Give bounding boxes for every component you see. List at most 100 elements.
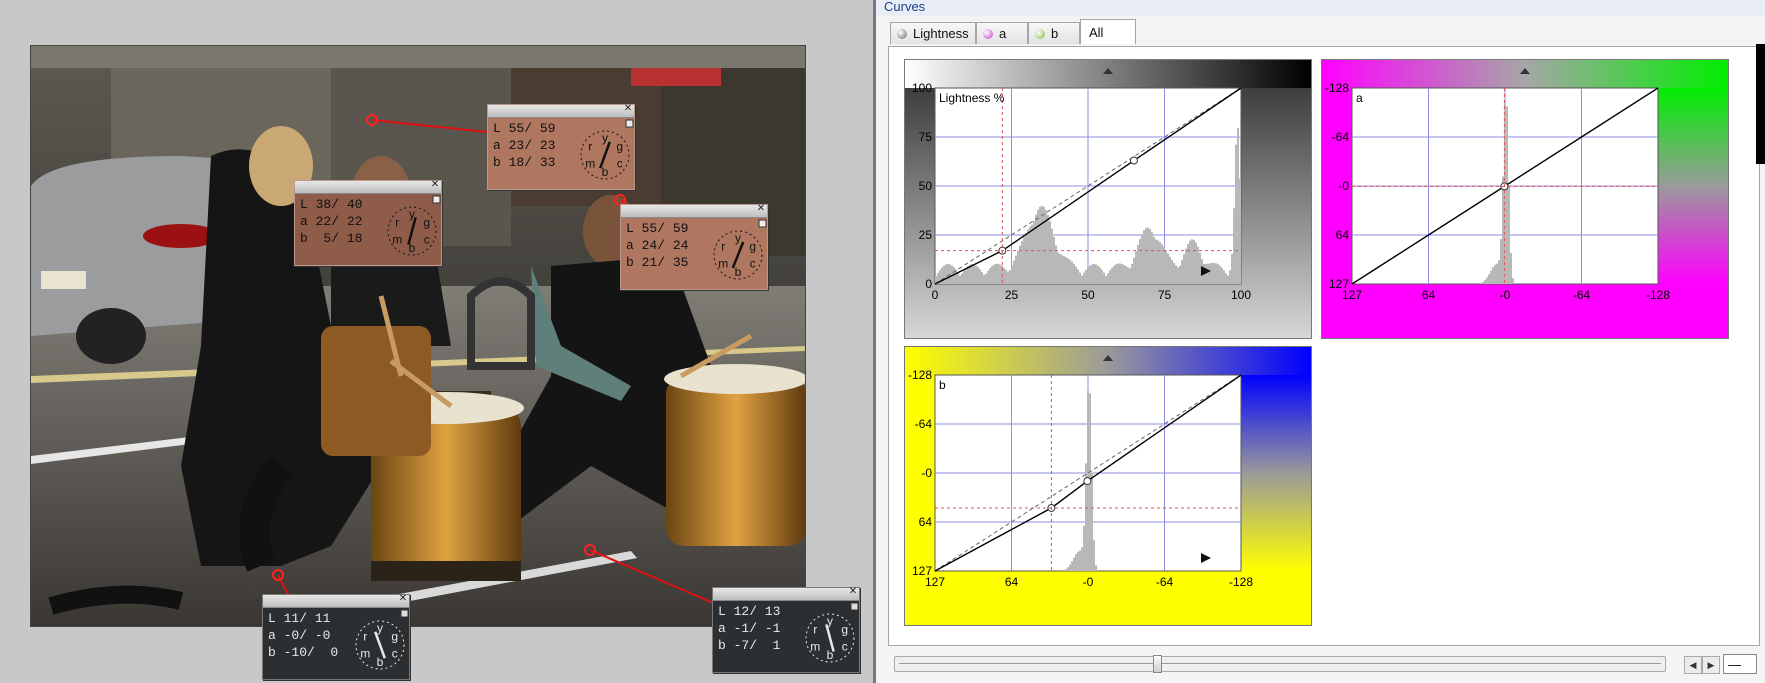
probe-titlebar[interactable]: ✕ [295,180,441,194]
histogram-bar [1221,267,1223,284]
scroll-left-button[interactable]: ◀ [1684,656,1702,674]
tab-lightness[interactable]: Lightness [890,22,976,44]
histogram-bar [1067,258,1069,284]
histogram-bar [1111,267,1113,284]
lightness-curve-chart[interactable]: Lightness %10075502500 25 50 75 100 [905,60,1311,338]
histogram-bar [1059,253,1061,284]
a-curve-panel[interactable]: a -128 -64 -0 64 127 127 64 -0 -64 -128 [1321,59,1729,339]
photo-preview[interactable] [30,45,806,627]
probe-values: L 38/ 40 a 22/ 22 b 5/ 18 [300,197,363,246]
a-curve-chart[interactable]: a-128-64-064127127 64 -0 -64 -128 [1322,60,1728,338]
lightness-channel-icon [897,29,907,39]
close-icon[interactable]: ✕ [756,204,766,214]
b-curve-chart[interactable]: b-128-64-064127127 64 -0 -64 -128 [905,347,1311,625]
histogram-bar [1095,264,1097,284]
b-curve-panel[interactable]: b -128 -64 -0 64 127 127 64 -0 -64 -128 [904,346,1312,626]
histogram-bar [1191,239,1193,284]
probe-titlebar[interactable]: ✕ [713,587,859,601]
color-probe-4[interactable]: ✕ L 11/ 11 a -0/ -0 b -10/ 0 rygcbm [262,594,410,680]
histogram-bar [1137,244,1139,284]
histogram-bar [1189,240,1191,284]
histogram-bar [1063,569,1065,571]
dial-letter: b [735,265,742,279]
dial-corner [432,195,441,204]
histogram-bar [1197,246,1199,284]
histogram-bar [1079,550,1081,571]
dial-letter: g [616,140,623,154]
histogram-bar [1237,127,1239,285]
color-probe-3[interactable]: ✕ L 55/ 59 a 24/ 24 b 21/ 35 rygcbm [620,204,768,290]
chevron-right-icon: ▶ [1707,660,1715,670]
probe-titlebar[interactable]: ✕ [263,594,409,608]
dial-letter: b [377,655,384,669]
probe-titlebar[interactable]: ✕ [488,104,634,118]
color-dial: rygcbm [713,219,767,280]
x-tick-label: -0 [1500,288,1511,302]
color-probe-1[interactable]: ✕ L 55/ 59 a 23/ 23 b 18/ 33 rygcbm [487,104,635,190]
histogram-bar [1215,263,1217,284]
histogram-bar [1183,254,1185,284]
histogram-bar [1039,206,1041,284]
dial-letter: r [813,623,817,637]
histogram-bar [1105,275,1107,284]
histogram-bar [1021,241,1023,284]
probe-titlebar[interactable]: ✕ [621,204,767,218]
tab-a[interactable]: a [976,22,1028,44]
dial-letter: c [617,157,623,171]
image-canvas[interactable]: ✕ L 55/ 59 a 23/ 23 b 18/ 33 rygcbm ✕ L … [0,0,873,683]
dial-corner [625,119,634,128]
histogram-bar [975,265,977,284]
value-field[interactable]: — [1723,654,1757,674]
histogram-bar [1067,567,1069,571]
histogram-bar [1163,247,1165,284]
color-dial: rygcbm [387,195,441,256]
dial-letter: c [750,257,756,271]
histogram-bar [1239,178,1241,284]
color-probe-2[interactable]: ✕ L 38/ 40 a 22/ 22 b 5/ 18 rygcbm [294,180,442,266]
histogram-bar [1229,270,1231,284]
curve-slider[interactable] [894,655,1666,673]
histogram-bar [1133,257,1135,284]
dial-letter: c [392,647,398,661]
tab-all[interactable]: All [1080,19,1136,44]
histogram-bar [1175,265,1177,284]
scroll-right-button[interactable]: ▶ [1702,656,1720,674]
histogram-bar [1025,232,1027,284]
histogram-bar [1007,271,1009,284]
histogram-bar [1151,232,1153,284]
histogram-bar [1033,221,1035,284]
histogram-bar [981,271,983,284]
histogram-bar [1119,263,1121,284]
histogram-bar [1498,260,1500,284]
histogram-bar [1079,272,1081,284]
curve-control-point [1129,156,1138,165]
slider-thumb[interactable] [1153,655,1162,673]
lightness-curve-panel[interactable]: Lightness % 100 75 50 25 0 0 25 50 75 100 [904,59,1312,339]
x-tick-label: 25 [1005,288,1019,302]
color-dial: rygcbm [580,119,634,180]
histogram-bar [991,266,993,284]
y-tick-label: -0 [921,466,932,480]
histogram-bar [1029,226,1031,284]
close-icon[interactable]: ✕ [398,594,408,604]
y-tick-label: 25 [919,228,933,242]
y-tick-label: 75 [919,130,933,144]
histogram-bar [1177,267,1179,284]
histogram-bar [1037,209,1039,284]
dial-letter: r [588,140,592,154]
histogram-bar [1486,277,1488,284]
histogram-bar [1003,267,1005,284]
close-icon[interactable]: ✕ [848,587,858,597]
histogram-bar [1506,106,1508,284]
histogram-bar [1165,250,1167,284]
histogram-bar [1205,263,1207,284]
dial-letter: y [377,621,383,635]
histogram-bar [1073,263,1075,284]
tab-b[interactable]: b [1028,22,1080,44]
close-icon[interactable]: ✕ [623,104,633,114]
color-probe-5[interactable]: ✕ L 12/ 13 a -1/ -1 b -7/ 1 rygcbm [712,587,860,673]
close-icon[interactable]: ✕ [430,180,440,190]
histogram-bar [979,269,981,284]
histogram-bar [1115,264,1117,284]
photo-illustration [31,46,805,626]
